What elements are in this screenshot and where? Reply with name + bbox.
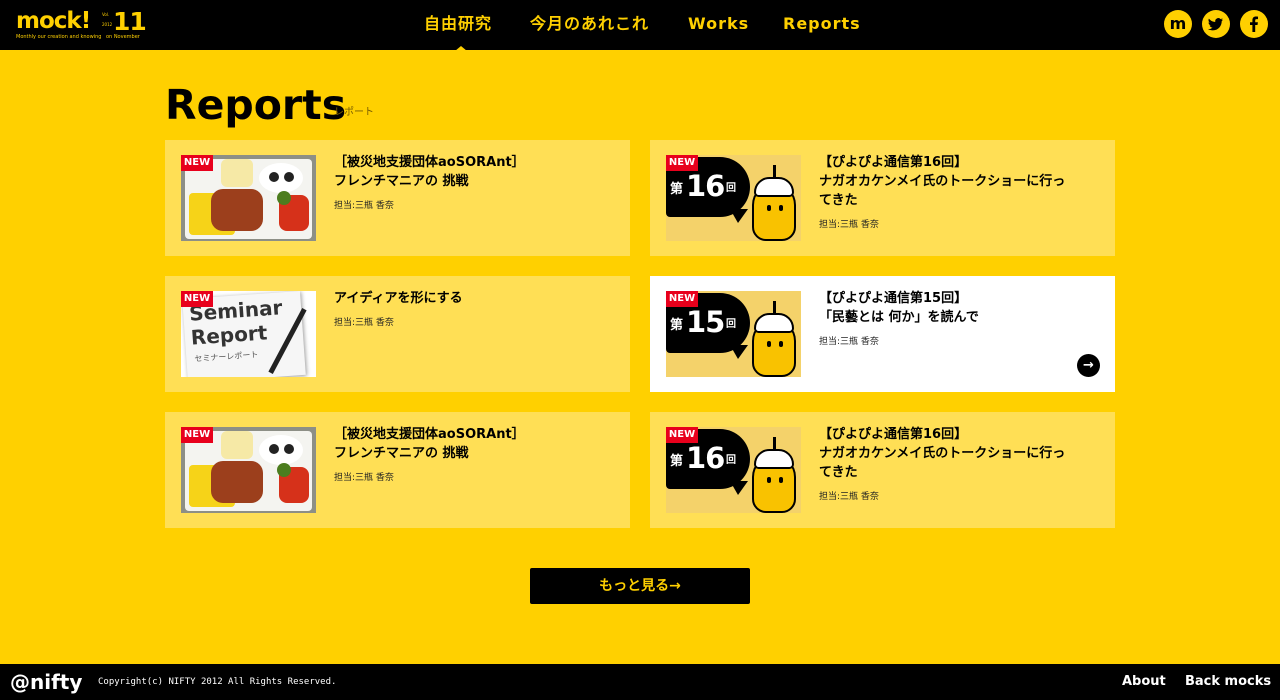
more-button[interactable]: もっと見る→ <box>530 568 750 604</box>
header: mock! Vol. 2012 11 Monthly our creation … <box>0 0 1280 51</box>
page-subtitle: レポート <box>334 107 374 118</box>
facebook-icon[interactable] <box>1240 10 1268 38</box>
report-author: 担当:三瓶 香奈 <box>819 337 879 347</box>
report-card[interactable]: 第 16 回 NEW 【ぴよぴよ通信第16回】 ナガオカケンメイ氏のトークショー… <box>650 412 1115 528</box>
nav-item-kongetsu[interactable]: 今月のあれこれ <box>530 0 649 50</box>
report-title: 【ぴよぴよ通信第15回】 「民藝とは 何か」を読んで <box>819 291 979 325</box>
mock-logo[interactable]: mock! Vol. 2012 11 Monthly our creation … <box>16 8 147 41</box>
report-card[interactable]: 第 15 回 NEW 【ぴよぴよ通信第15回】 「民藝とは 何か」を読んで 担当… <box>650 276 1115 392</box>
report-title: 【ぴよぴよ通信第16回】 ナガオカケンメイ氏のトークショーに行っ てきた <box>819 155 1066 208</box>
nifty-logo[interactable]: @nifty <box>10 669 82 695</box>
nav-item-reports[interactable]: Reports <box>783 0 861 50</box>
page-title: Reports <box>165 81 347 129</box>
mock-icon[interactable]: m <box>1164 10 1192 38</box>
nav-active-indicator-icon <box>455 46 467 51</box>
report-author: 担当:三瓶 香奈 <box>819 220 879 230</box>
report-thumbnail: 第 16 回 NEW <box>666 155 801 241</box>
new-badge: NEW <box>181 427 213 443</box>
report-card[interactable]: NEW ［被災地支援団体aoSORAnt］ フレンチマニアの 挑戦 担当:三瓶 … <box>165 412 630 528</box>
report-author: 担当:三瓶 香奈 <box>334 201 394 211</box>
new-badge: NEW <box>666 291 698 307</box>
report-card[interactable]: 第 16 回 NEW 【ぴよぴよ通信第16回】 ナガオカケンメイ氏のトークショー… <box>650 140 1115 256</box>
nav-item-works[interactable]: Works <box>688 0 749 50</box>
logo-mock-text: mock! <box>16 8 91 34</box>
nav-item-jiyu-kenkyu[interactable]: 自由研究 <box>424 0 492 50</box>
footer-link-back-mocks[interactable]: Back mocks <box>1185 664 1271 700</box>
report-thumbnail: NEW <box>181 155 316 241</box>
report-title: ［被災地支援団体aoSORAnt］ フレンチマニアの 挑戦 <box>334 155 525 189</box>
new-badge: NEW <box>666 427 698 443</box>
footer: @nifty Copyright(c) NIFTY 2012 All Right… <box>0 664 1280 700</box>
report-card[interactable]: Seminar Report セミナーレポート NEW アイディアを形にする 担… <box>165 276 630 392</box>
report-thumbnail: Seminar Report セミナーレポート NEW <box>181 291 316 377</box>
report-title: アイディアを形にする <box>334 291 463 306</box>
new-badge: NEW <box>181 155 213 171</box>
footer-link-about[interactable]: About <box>1122 664 1166 700</box>
report-thumbnail: 第 16 回 NEW <box>666 427 801 513</box>
report-author: 担当:三瓶 香奈 <box>819 492 879 502</box>
logo-issue-number: 11 <box>113 7 147 36</box>
copyright-text: Copyright(c) NIFTY 2012 All Rights Reser… <box>98 677 337 687</box>
twitter-icon[interactable] <box>1202 10 1230 38</box>
logo-year: 2012 <box>102 22 113 27</box>
logo-month: on November <box>106 34 140 40</box>
report-thumbnail: 第 15 回 NEW <box>666 291 801 377</box>
new-badge: NEW <box>181 291 213 307</box>
logo-tagline: Monthly our creation and knowing <box>16 34 102 40</box>
report-card[interactable]: NEW ［被災地支援団体aoSORAnt］ フレンチマニアの 挑戦 担当:三瓶 … <box>165 140 630 256</box>
new-badge: NEW <box>666 155 698 171</box>
report-author: 担当:三瓶 香奈 <box>334 318 394 328</box>
arrow-right-circle-icon[interactable]: → <box>1077 354 1100 377</box>
logo-vol: Vol. <box>102 12 110 17</box>
report-title: ［被災地支援団体aoSORAnt］ フレンチマニアの 挑戦 <box>334 427 525 461</box>
report-author: 担当:三瓶 香奈 <box>334 473 394 483</box>
report-title: 【ぴよぴよ通信第16回】 ナガオカケンメイ氏のトークショーに行っ てきた <box>819 427 1066 480</box>
report-thumbnail: NEW <box>181 427 316 513</box>
